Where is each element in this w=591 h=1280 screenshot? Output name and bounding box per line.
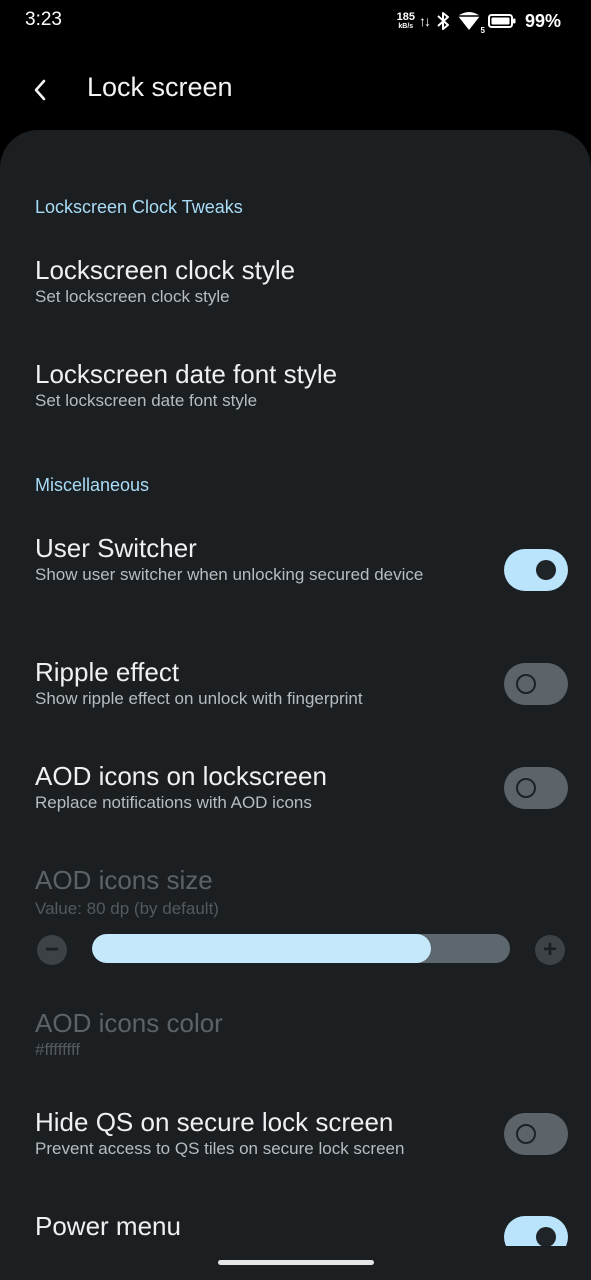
minus-icon: −	[44, 936, 59, 963]
pref-summary: Set lockscreen date font style	[35, 391, 258, 410]
toggle-thumb	[516, 778, 536, 798]
arrow-back-icon	[34, 79, 46, 101]
pref-summary: Replace notifications with AOD icons	[35, 793, 312, 812]
status-time: 3:23	[25, 9, 62, 30]
network-speed-unit: kB/s	[398, 23, 414, 30]
pref-summary: Show ripple effect on unlock with finger…	[35, 689, 363, 708]
user-switcher-toggle[interactable]	[504, 549, 568, 591]
network-arrows-icon: ↑↓	[418, 13, 431, 29]
pref-lockscreen-date-font[interactable]: Lockscreen date font style Set lockscree…	[35, 359, 565, 411]
lock-screen-settings: 3:23 185 kB/s ↑↓ 5 99% Lock screen Locks…	[0, 0, 591, 1280]
pref-summary: Value: 80 dp (by default)	[35, 899, 219, 918]
pref-title: AOD icons size	[35, 865, 213, 895]
pref-summary: Prevent access to QS tiles on secure loc…	[35, 1139, 405, 1158]
wifi-badge: 5	[480, 26, 485, 35]
pref-hide-qs[interactable]: Hide QS on secure lock screen Prevent ac…	[35, 1107, 565, 1159]
pref-title: Ripple effect	[35, 657, 180, 687]
toggle-thumb	[516, 674, 536, 694]
wifi-icon: 5	[457, 11, 485, 35]
pref-title: Lockscreen clock style	[35, 255, 296, 285]
network-speed: 185 kB/s	[396, 11, 415, 31]
toggle-thumb	[536, 560, 556, 580]
pref-title: AOD icons color	[35, 1008, 223, 1038]
increase-button[interactable]: +	[535, 935, 565, 965]
hide-qs-toggle[interactable]	[504, 1113, 568, 1155]
pref-user-switcher[interactable]: User Switcher Show user switcher when un…	[35, 533, 565, 585]
back-button[interactable]	[22, 72, 58, 108]
battery-percent: 99%	[524, 10, 561, 31]
status-bar: 3:23 185 kB/s ↑↓ 5 99%	[0, 0, 591, 42]
toggle-thumb	[536, 1227, 556, 1246]
pref-aod-icons-size: AOD icons size Value: 80 dp (by default)	[35, 865, 565, 919]
power-menu-toggle-clip	[504, 1212, 568, 1246]
aod-size-slider[interactable]	[92, 934, 510, 963]
toggle-thumb	[516, 1124, 536, 1144]
aod-icons-toggle[interactable]	[504, 767, 568, 809]
battery-icon	[487, 14, 516, 28]
pref-aod-icons[interactable]: AOD icons on lockscreen Replace notifica…	[35, 761, 565, 813]
pref-summary: Set lockscreen clock style	[35, 287, 230, 306]
pref-title: User Switcher	[35, 533, 197, 563]
pref-title: AOD icons on lockscreen	[35, 761, 327, 791]
pref-ripple-effect[interactable]: Ripple effect Show ripple effect on unlo…	[35, 657, 565, 709]
aod-size-slider-row: − +	[35, 930, 565, 970]
pref-summary: #ffffffff	[35, 1040, 81, 1059]
pref-title: Power menu	[35, 1211, 181, 1241]
slider-fill	[92, 934, 431, 963]
network-speed-value: 185	[396, 11, 415, 23]
section-header-miscellaneous: Miscellaneous	[35, 475, 150, 495]
settings-panel[interactable]: Lockscreen Clock Tweaks Lockscreen clock…	[0, 130, 591, 1280]
gesture-nav-handle[interactable]	[218, 1260, 374, 1265]
ripple-effect-toggle[interactable]	[504, 663, 568, 705]
pref-title: Hide QS on secure lock screen	[35, 1107, 394, 1137]
section-header-clock-tweaks: Lockscreen Clock Tweaks	[35, 197, 243, 217]
pref-title: Lockscreen date font style	[35, 359, 338, 389]
pref-aod-icons-color: AOD icons color #ffffffff	[35, 1008, 565, 1060]
page-title: Lock screen	[87, 72, 233, 102]
pref-power-menu[interactable]: Power menu	[35, 1211, 565, 1241]
decrease-button[interactable]: −	[37, 935, 67, 965]
app-bar: Lock screen	[0, 50, 591, 130]
status-icons: 185 kB/s ↑↓ 5 99%	[396, 8, 561, 36]
bluetooth-icon	[436, 11, 450, 31]
power-menu-toggle[interactable]	[504, 1216, 568, 1246]
pref-summary: Show user switcher when unlocking secure…	[35, 565, 424, 584]
pref-lockscreen-clock-style[interactable]: Lockscreen clock style Set lockscreen cl…	[35, 255, 565, 307]
plus-icon: +	[542, 936, 557, 963]
